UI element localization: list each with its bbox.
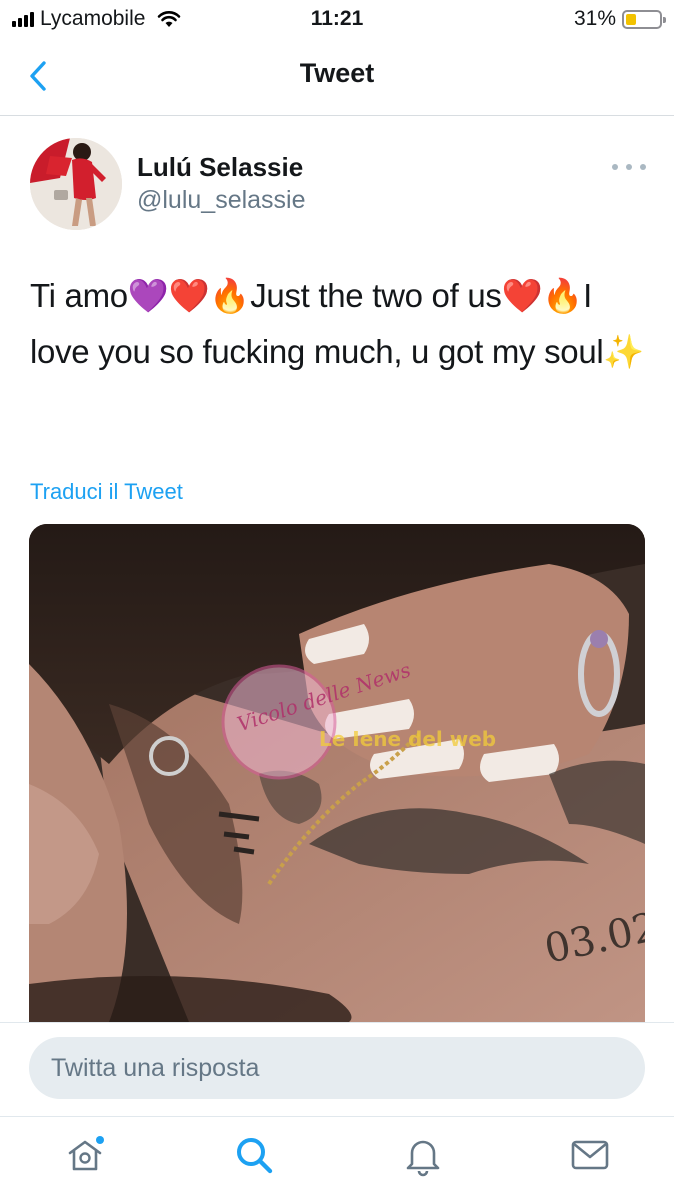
tab-messages[interactable] xyxy=(566,1131,614,1179)
more-dot xyxy=(640,164,646,170)
reply-bar xyxy=(0,1022,674,1116)
status-bar: Lycamobile 11:21 31% xyxy=(0,0,674,40)
nav-header: Tweet xyxy=(0,40,674,116)
status-bar-right: 31% xyxy=(573,7,666,31)
tweet-photo: 03.02.2 Vicolo delle News Le Iene del we… xyxy=(29,524,645,1022)
author-handle[interactable]: @lulu_selassie xyxy=(137,186,306,215)
more-options-button[interactable] xyxy=(612,157,646,177)
search-icon xyxy=(237,1138,273,1174)
home-icon xyxy=(68,1136,104,1171)
avatar-photo xyxy=(30,138,122,230)
battery-percent: 31% xyxy=(573,7,616,30)
more-dot xyxy=(626,164,632,170)
watermark-iene: Le Iene del web xyxy=(319,727,496,751)
author-name[interactable]: Lulú Selassie xyxy=(137,152,303,183)
more-dot xyxy=(612,164,618,170)
avatar[interactable] xyxy=(30,138,122,230)
tab-search[interactable] xyxy=(230,1131,278,1179)
reply-input[interactable] xyxy=(29,1037,645,1099)
page-title: Tweet xyxy=(299,58,375,88)
tab-bar xyxy=(0,1116,674,1200)
battery-level xyxy=(626,13,636,25)
tweet-text: Ti amo💜❤️🔥Just the two of us❤️🔥I love yo… xyxy=(30,277,645,370)
messages-icon xyxy=(571,1140,609,1170)
battery-icon xyxy=(622,9,666,29)
translate-tweet-link[interactable]: Traduci il Tweet xyxy=(30,479,183,505)
notifications-icon xyxy=(406,1140,440,1177)
tab-notifications[interactable] xyxy=(399,1131,447,1179)
tab-home[interactable] xyxy=(61,1131,109,1179)
tweet-image[interactable]: 03.02.2 Vicolo delle News Le Iene del we… xyxy=(29,524,645,1022)
clock: 11:21 xyxy=(310,7,364,30)
